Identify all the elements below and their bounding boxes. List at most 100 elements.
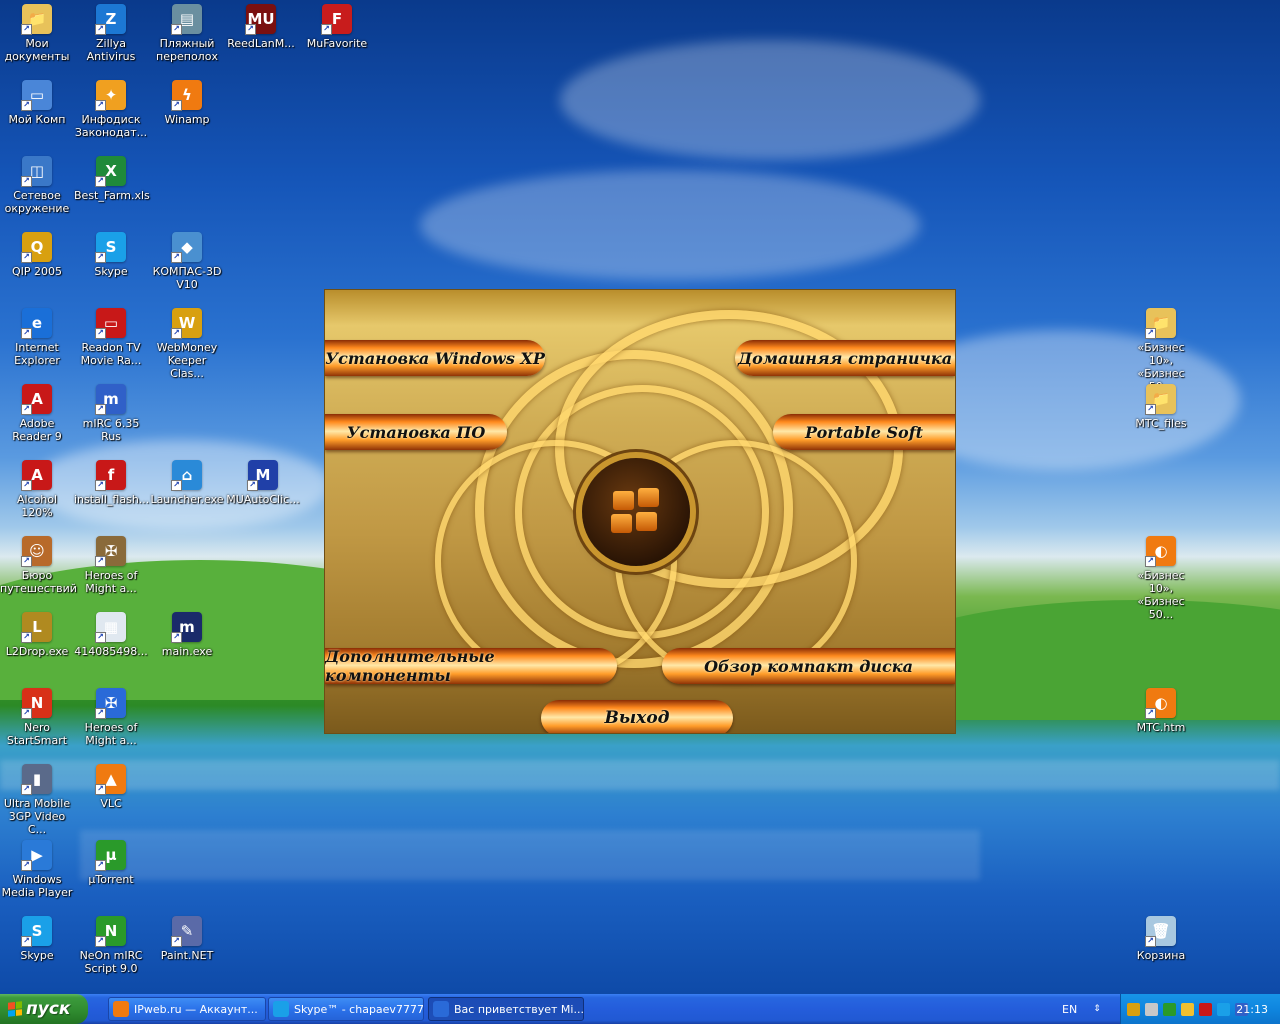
language-label: EN <box>1062 1002 1078 1016</box>
shortcut-arrow-icon: ↗ <box>21 556 32 567</box>
desktop-icon-label: Ultra Mobile 3GP Video C... <box>3 797 71 836</box>
taskbar-button[interactable]: Skype™ - chapaev7777 <box>268 997 424 1021</box>
desktop-icon-label: Adobe Reader 9 <box>12 417 62 443</box>
desktop-icon-label: main.exe <box>161 645 213 658</box>
taskbar-button[interactable]: Вас приветствует Mi... <box>428 997 584 1021</box>
shortcut-arrow-icon: ↗ <box>95 100 106 111</box>
desktop-icon-label: MUAutoClic... <box>226 493 300 506</box>
tray-icon[interactable] <box>1163 1002 1176 1016</box>
desktop-icon-label: Heroes of Might a... <box>84 721 138 747</box>
desktop-icon-image: X ↗ <box>95 156 126 187</box>
taskbar-button[interactable]: IPweb.ru — Аккаунт... <box>108 997 266 1021</box>
shortcut-arrow-icon: ↗ <box>171 24 182 35</box>
desktop-icon[interactable]: ✠ ↗ Heroes of Might a... <box>74 536 148 595</box>
extra-components-button[interactable]: Дополнительные компоненты <box>325 647 617 685</box>
install-windows-xp-button[interactable]: Установка Windows XP <box>325 340 545 376</box>
desktop-icon-image: 📁 ↗ <box>21 4 52 35</box>
desktop-icon-image: ▶ ↗ <box>21 840 52 871</box>
install-software-button[interactable]: Установка ПО <box>325 414 507 450</box>
desktop-icon[interactable]: MU ↗ ReedLanM... <box>224 4 298 50</box>
shortcut-arrow-icon: ↗ <box>1145 936 1156 947</box>
desktop-icon[interactable]: ◫ ↗ Сетевое окружение <box>0 156 74 215</box>
desktop-icon-label: Paint.NET <box>160 949 214 962</box>
desktop-icon-label: КОМПАС-3D V10 <box>152 265 222 291</box>
desktop-icon[interactable]: F ↗ MuFavorite <box>300 4 374 50</box>
desktop-icon[interactable]: L ↗ L2Drop.exe <box>0 612 74 658</box>
desktop-icon[interactable]: ✠ ↗ Heroes of Might a... <box>74 688 148 747</box>
desktop-icon[interactable]: N ↗ NeOn mIRC Script 9.0 <box>74 916 148 975</box>
desktop-icon[interactable]: S ↗ Skype <box>0 916 74 962</box>
desktop-icon[interactable]: ▶ ↗ Windows Media Player <box>0 840 74 899</box>
desktop-icon-label: VLC <box>100 797 122 810</box>
taskbar-button-label: IPweb.ru — Аккаунт... <box>134 1002 258 1016</box>
tray-icon[interactable] <box>1217 1002 1230 1016</box>
language-indicator[interactable]: EN ⇕ <box>1056 994 1120 1024</box>
tray-icon[interactable] <box>1199 1002 1212 1016</box>
desktop-icon[interactable]: Z ↗ Zillya Antivirus <box>74 4 148 63</box>
tray-icon[interactable] <box>1127 1002 1140 1016</box>
desktop-icon-label: NeOn mIRC Script 9.0 <box>79 949 143 975</box>
desktop-icon[interactable]: ✦ ↗ Инфодиск Законодат... <box>74 80 148 139</box>
exit-button[interactable]: Выход <box>541 700 733 733</box>
autorun-menu-window: Установка Windows XP Домашняя страничка … <box>325 290 955 733</box>
desktop-icon-image: S ↗ <box>21 916 52 947</box>
desktop-icon[interactable]: W ↗ WebMoney Keeper Clas... <box>150 308 224 380</box>
desktop-icon[interactable]: ◐ ↗ MTC.htm <box>1124 688 1198 734</box>
start-button[interactable]: пуск <box>0 994 88 1024</box>
desktop-icon[interactable]: X ↗ Best_Farm.xls <box>74 156 150 202</box>
shortcut-arrow-icon: ↗ <box>21 784 32 795</box>
desktop-icon[interactable]: 🗑 ↗ Корзина <box>1124 916 1198 962</box>
tray-icon[interactable] <box>1181 1002 1194 1016</box>
desktop-icon[interactable]: ◆ ↗ КОМПАС-3D V10 <box>150 232 224 291</box>
desktop-icon[interactable]: 📁 ↗ Мои документы <box>0 4 74 63</box>
browse-cd-button[interactable]: Обзор компакт диска <box>662 648 955 684</box>
shortcut-arrow-icon: ↗ <box>21 24 32 35</box>
desktop-icon-image: ✠ ↗ <box>95 688 126 719</box>
desktop-icon[interactable]: M ↗ MUAutoClic... <box>226 460 300 506</box>
desktop-icon[interactable]: e ↗ Internet Explorer <box>0 308 74 367</box>
desktop-icon[interactable]: ▤ ↗ Пляжный переполох <box>150 4 224 63</box>
desktop-icon[interactable]: ✎ ↗ Paint.NET <box>150 916 224 962</box>
desktop-icon-image: Z ↗ <box>95 4 126 35</box>
language-menu-icon[interactable]: ⇕ <box>1093 1004 1101 1014</box>
desktop-icon[interactable]: ◐ ↗ «Бизнес 10», «Бизнес 50... <box>1124 536 1198 621</box>
desktop-icon[interactable]: 📁 ↗ MTC_files <box>1124 384 1198 430</box>
desktop-icon[interactable]: µ ↗ µTorrent <box>74 840 148 886</box>
desktop-icon[interactable]: ▲ ↗ VLC <box>74 764 148 810</box>
desktop-icon[interactable]: A ↗ Adobe Reader 9 <box>0 384 74 443</box>
desktop-icon[interactable]: ▮ ↗ Ultra Mobile 3GP Video C... <box>0 764 74 836</box>
shortcut-arrow-icon: ↗ <box>247 480 258 491</box>
desktop-icon[interactable]: ▭ ↗ Мой Комп <box>0 80 74 126</box>
shortcut-arrow-icon: ↗ <box>1145 556 1156 567</box>
desktop-icon-label: Internet Explorer <box>14 341 60 367</box>
desktop-icon[interactable]: S ↗ Skype <box>74 232 148 278</box>
desktop-icon[interactable]: Q ↗ QIP 2005 <box>0 232 74 278</box>
desktop-icon[interactable]: A ↗ Alcohol 120% <box>0 460 74 519</box>
desktop-icon-image: N ↗ <box>95 916 126 947</box>
shortcut-arrow-icon: ↗ <box>95 860 106 871</box>
desktop-icon[interactable]: N ↗ Nero StartSmart <box>0 688 74 747</box>
portable-soft-button[interactable]: Portable Soft <box>773 414 955 450</box>
desktop-icon-image: ▭ ↗ <box>21 80 52 111</box>
desktop-icon-image: L ↗ <box>21 612 52 643</box>
desktop-icon[interactable]: m ↗ main.exe <box>150 612 224 658</box>
desktop-icon[interactable]: m ↗ mIRC 6.35 Rus <box>74 384 148 443</box>
tray-icon[interactable] <box>1145 1002 1158 1016</box>
shortcut-arrow-icon: ↗ <box>171 100 182 111</box>
shortcut-arrow-icon: ↗ <box>21 176 32 187</box>
desktop-icon[interactable]: f ↗ install_flash... <box>74 460 149 506</box>
desktop-icon[interactable]: ☺ ↗ Бюро путешествий <box>0 536 77 595</box>
desktop-icon[interactable]: 📁↗«Бизнес 10», «Бизнес 50... <box>1124 308 1198 393</box>
desktop-icon[interactable]: ▭ ↗ Readon TV Movie Ra... <box>74 308 148 367</box>
desktop-icon-image: Q ↗ <box>21 232 52 263</box>
desktop-icon-label: Best_Farm.xls <box>74 189 150 202</box>
taskbar-button-label: Вас приветствует Mi... <box>454 1002 584 1016</box>
desktop-icon[interactable]: ϟ ↗ Winamp <box>150 80 224 126</box>
shortcut-arrow-icon: ↗ <box>245 24 256 35</box>
homepage-button[interactable]: Домашняя страничка <box>735 340 955 376</box>
desktop-icon[interactable]: ⌂ ↗ Launcher.exe <box>150 460 224 506</box>
shortcut-arrow-icon: ↗ <box>21 328 32 339</box>
desktop-icon-label: Windows Media Player <box>1 873 73 899</box>
desktop-icon[interactable]: ▦ ↗ 414085498... <box>74 612 148 658</box>
desktop-icon-label: Сетевое окружение <box>4 189 70 215</box>
